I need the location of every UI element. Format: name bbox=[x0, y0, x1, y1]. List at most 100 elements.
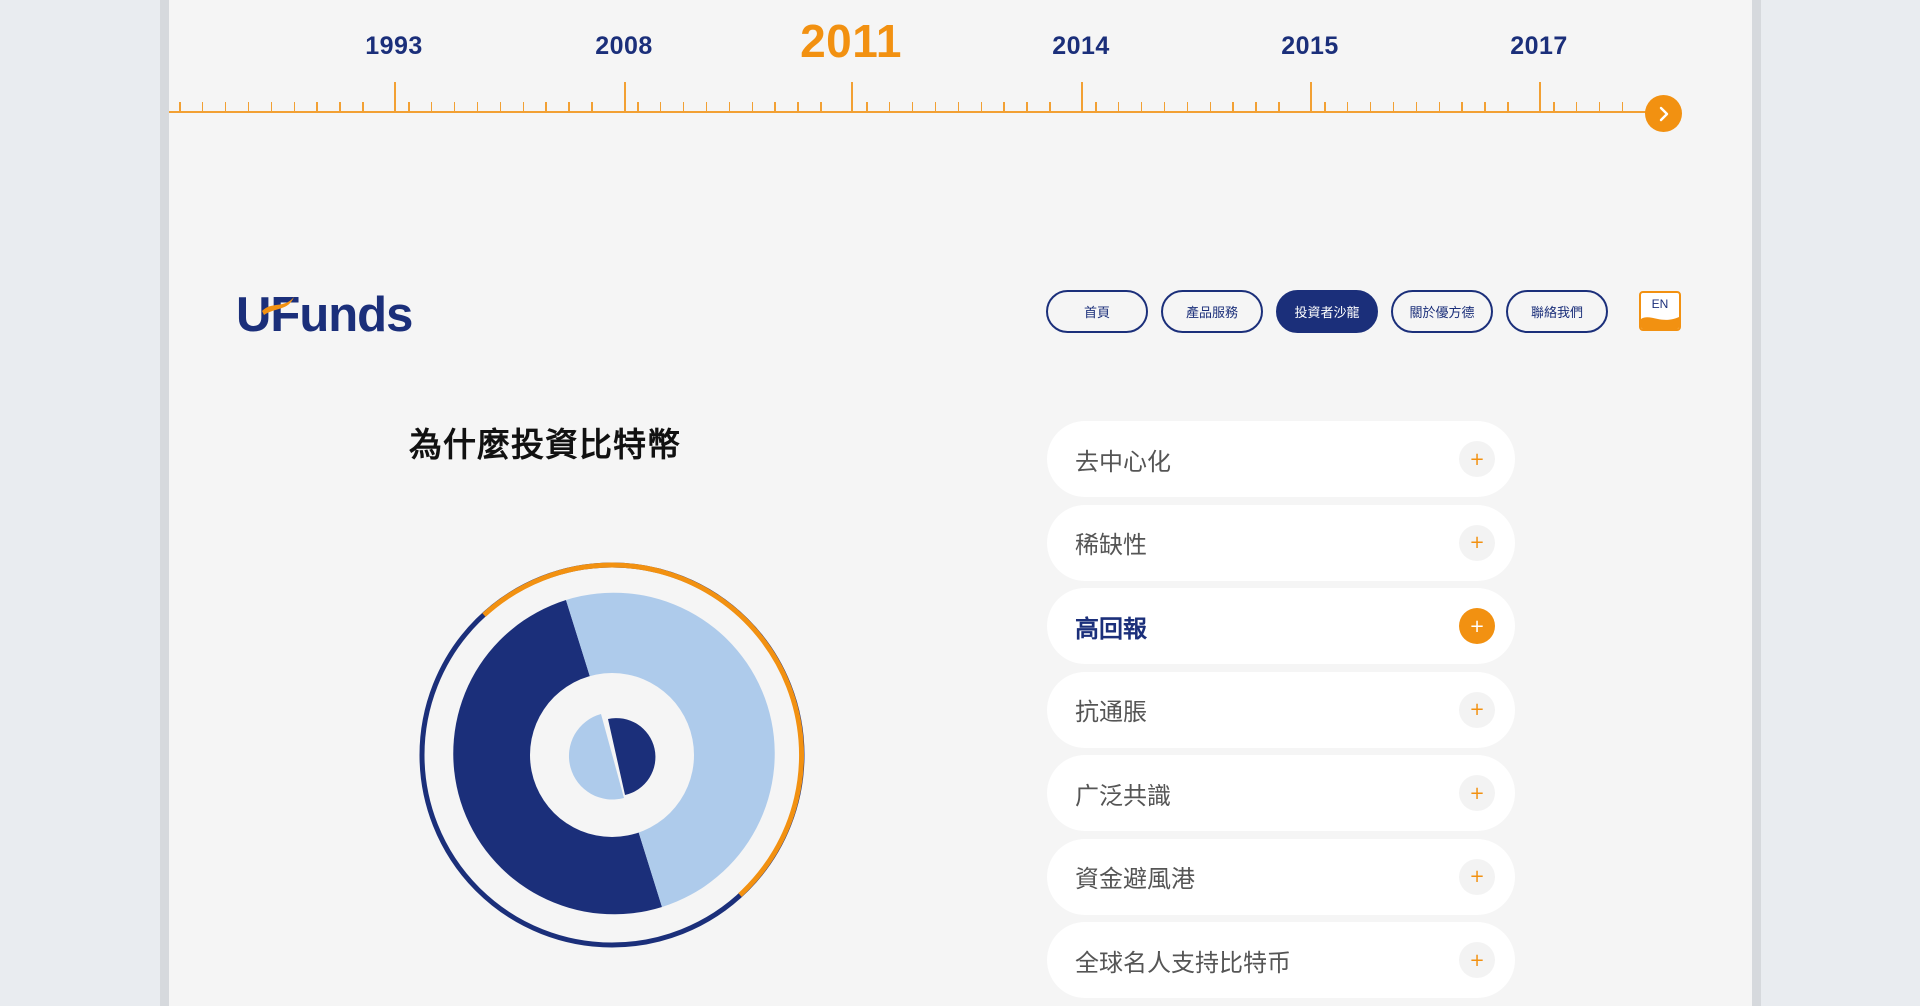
timeline-minor-tick bbox=[1598, 102, 1601, 111]
timeline-minor-tick bbox=[637, 102, 639, 111]
timeline-next-button[interactable] bbox=[1645, 95, 1682, 132]
timeline-minor-tick bbox=[476, 102, 479, 111]
timeline-minor-tick bbox=[201, 102, 204, 111]
timeline-minor-tick bbox=[522, 102, 524, 111]
timeline-minor-tick bbox=[293, 102, 295, 111]
wave-icon bbox=[1641, 317, 1679, 329]
timeline-minor-tick bbox=[911, 102, 914, 111]
timeline-minor-tick bbox=[751, 102, 753, 111]
reasons-accordion: 去中心化 + 稀缺性 + 高回報 + 抗通脹 + 广泛共識 + 資金避風港 + … bbox=[1047, 421, 1515, 1006]
timeline-minor-tick bbox=[1346, 102, 1349, 111]
timeline-year-2011[interactable]: 2011 bbox=[800, 14, 902, 68]
timeline-minor-tick bbox=[705, 102, 708, 111]
nav-products[interactable]: 產品服務 bbox=[1161, 290, 1263, 333]
timeline-minor-tick bbox=[408, 102, 410, 111]
timeline-year-1993[interactable]: 1993 bbox=[365, 32, 423, 61]
accordion-item-celebrity-support[interactable]: 全球名人支持比特币 + bbox=[1047, 922, 1515, 998]
timeline-minor-tick bbox=[888, 102, 891, 111]
page-frame-right bbox=[1752, 0, 1761, 1006]
plus-icon[interactable]: + bbox=[1459, 775, 1495, 811]
plus-icon[interactable]: + bbox=[1459, 524, 1495, 561]
timeline-minor-tick bbox=[1415, 102, 1418, 111]
language-label: EN bbox=[1651, 297, 1669, 311]
timeline-minor-tick bbox=[1438, 102, 1440, 111]
plus-icon[interactable]: + bbox=[1459, 441, 1495, 477]
timeline-minor-tick bbox=[270, 102, 273, 111]
timeline-minor-tick bbox=[728, 102, 731, 111]
nav-investor-salon[interactable]: 投資者沙龍 bbox=[1276, 290, 1378, 333]
timeline-minor-tick bbox=[1209, 102, 1211, 111]
accordion-item-anti-inflation[interactable]: 抗通脹 + bbox=[1047, 671, 1515, 748]
timeline-minor-tick bbox=[682, 102, 685, 111]
accordion-item-consensus[interactable]: 广泛共識 + bbox=[1047, 755, 1515, 831]
timeline-major-tick bbox=[1081, 82, 1083, 111]
accordion-item-scarcity[interactable]: 稀缺性 + bbox=[1047, 504, 1515, 581]
timeline-minor-tick bbox=[980, 102, 982, 111]
timeline-minor-tick bbox=[1484, 102, 1486, 111]
timeline-minor-tick bbox=[1255, 102, 1257, 111]
timeline-minor-tick bbox=[866, 102, 868, 111]
timeline-minor-tick bbox=[820, 102, 822, 111]
accordion-item-label: 資金避風港 bbox=[1075, 865, 1195, 893]
timeline-minor-tick bbox=[797, 102, 799, 111]
bitcoin-donut-graphic bbox=[419, 562, 805, 948]
chevron-right-icon bbox=[1659, 106, 1668, 121]
timeline-minor-tick bbox=[1324, 102, 1326, 111]
timeline-minor-tick bbox=[1095, 102, 1097, 111]
timeline-minor-tick bbox=[430, 102, 433, 111]
timeline-major-tick bbox=[1539, 82, 1541, 111]
timeline-minor-tick bbox=[1186, 102, 1189, 111]
timeline-minor-tick bbox=[1507, 102, 1509, 111]
timeline-minor-tick bbox=[1163, 102, 1166, 111]
timeline-minor-tick bbox=[499, 102, 502, 111]
accordion-item-safe-haven[interactable]: 資金避風港 + bbox=[1047, 838, 1515, 915]
plus-icon[interactable]: + bbox=[1459, 942, 1495, 978]
accordion-item-label: 去中心化 bbox=[1075, 447, 1171, 476]
accordion-item-label: 抗通脹 bbox=[1075, 698, 1147, 726]
accordion-item-label: 广泛共識 bbox=[1075, 781, 1171, 810]
plus-icon[interactable]: + bbox=[1459, 608, 1495, 644]
timeline-minor-tick bbox=[362, 102, 364, 111]
timeline-minor-tick bbox=[774, 102, 776, 111]
ufunds-logo[interactable]: UFunds bbox=[236, 287, 436, 342]
accordion-item-label: 高回報 bbox=[1075, 614, 1147, 643]
timeline-minor-tick bbox=[591, 102, 593, 111]
timeline-minor-tick bbox=[179, 102, 181, 111]
timeline-minor-tick bbox=[545, 102, 547, 111]
plus-icon[interactable]: + bbox=[1459, 691, 1495, 728]
timeline-minor-tick bbox=[339, 102, 341, 111]
logo-text: UFunds bbox=[236, 288, 412, 337]
timeline-minor-tick bbox=[316, 102, 318, 111]
timeline-minor-tick bbox=[1049, 102, 1051, 111]
timeline-major-tick bbox=[394, 82, 396, 111]
timeline-minor-tick bbox=[1461, 102, 1463, 111]
page-container: 1993 2008 2011 2014 2015 2017 UFunds 首頁 … bbox=[169, 0, 1752, 1006]
nav-about[interactable]: 關於優方德 bbox=[1391, 290, 1493, 333]
main-nav: 首頁 產品服務 投資者沙龍 關於優方德 聯絡我們 bbox=[1046, 290, 1608, 333]
timeline-minor-tick bbox=[934, 102, 937, 111]
timeline-minor-tick bbox=[224, 102, 227, 111]
nav-home[interactable]: 首頁 bbox=[1046, 290, 1148, 333]
language-switch-button[interactable]: EN bbox=[1639, 291, 1681, 331]
timeline-year-2014[interactable]: 2014 bbox=[1052, 32, 1110, 61]
timeline-minor-tick bbox=[957, 102, 960, 111]
accordion-item-label: 全球名人支持比特币 bbox=[1075, 948, 1291, 977]
section-title: 為什麼投資比特幣 bbox=[409, 425, 681, 464]
timeline-axis bbox=[169, 111, 1663, 113]
timeline-minor-tick bbox=[1575, 102, 1578, 111]
plus-icon[interactable]: + bbox=[1459, 858, 1495, 895]
timeline-minor-tick bbox=[1232, 102, 1234, 111]
timeline-minor-tick bbox=[1553, 102, 1555, 111]
timeline-year-2008[interactable]: 2008 bbox=[595, 32, 653, 61]
timeline-year-2015[interactable]: 2015 bbox=[1281, 32, 1339, 61]
timeline-minor-tick bbox=[1117, 102, 1120, 111]
timeline-minor-tick bbox=[453, 102, 456, 111]
accordion-item-decentralization[interactable]: 去中心化 + bbox=[1047, 421, 1515, 497]
timeline-minor-tick bbox=[1140, 102, 1143, 111]
timeline-year-2017[interactable]: 2017 bbox=[1510, 32, 1568, 61]
nav-contact[interactable]: 聯絡我們 bbox=[1506, 290, 1608, 333]
timeline-minor-tick bbox=[1392, 102, 1395, 111]
timeline-minor-tick bbox=[1003, 102, 1005, 111]
accordion-item-high-return[interactable]: 高回報 + bbox=[1047, 588, 1515, 664]
timeline-major-tick bbox=[1310, 82, 1312, 111]
